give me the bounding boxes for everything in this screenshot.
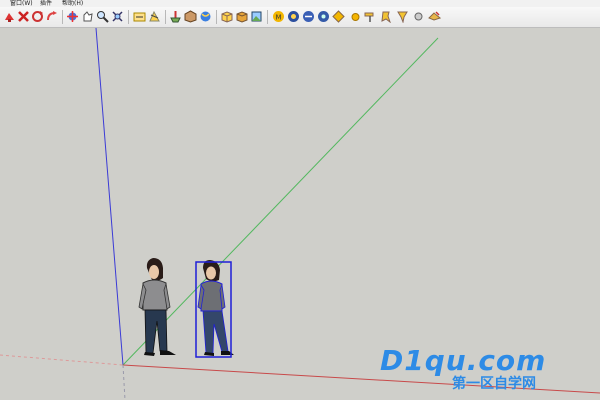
menu-item-plugins[interactable]: 插件	[40, 0, 52, 7]
rotate-icon[interactable]	[31, 10, 44, 23]
materials-icon[interactable]	[199, 10, 212, 23]
watermark-site-name: 第一区自学网	[452, 376, 536, 392]
menu-item-window[interactable]: 窗口(W)	[10, 0, 33, 7]
undo-icon[interactable]	[45, 10, 58, 23]
share-model-icon[interactable]	[169, 10, 182, 23]
blue-axis-dashed	[122, 364, 126, 400]
toolbar: M	[0, 7, 600, 28]
menu-item-help[interactable]: 帮助(H)	[62, 0, 83, 7]
dimensions-icon[interactable]	[133, 10, 146, 23]
pan-icon[interactable]	[81, 10, 94, 23]
site-watermark: D1qu.com 第一区自学网	[380, 346, 580, 398]
red-axis-dashed	[0, 354, 124, 366]
toolbar-separator	[128, 10, 129, 24]
green-axis	[122, 37, 439, 366]
zoom-icon[interactable]	[96, 10, 109, 23]
cut-icon[interactable]	[17, 10, 30, 23]
zoom-extents-icon[interactable]	[111, 10, 124, 23]
blue-axis	[95, 28, 124, 366]
geo-location-icon[interactable]	[332, 10, 345, 23]
match-photo-icon[interactable]	[302, 10, 315, 23]
component-icon[interactable]	[396, 10, 409, 23]
paint-icon[interactable]	[364, 10, 377, 23]
components-icon[interactable]	[184, 10, 197, 23]
scenes-icon[interactable]	[250, 10, 263, 23]
person-figure[interactable]	[138, 258, 176, 356]
sun-icon[interactable]	[349, 10, 362, 23]
orbit-icon[interactable]	[66, 10, 79, 23]
sandbox-icon[interactable]	[380, 10, 393, 23]
3d-warehouse-icon[interactable]	[148, 10, 161, 23]
layers-icon[interactable]	[235, 10, 248, 23]
extension-icon[interactable]	[428, 10, 441, 23]
svg-text:M: M	[276, 14, 282, 22]
toolbar-separator	[165, 10, 166, 24]
toolbar-separator	[216, 10, 217, 24]
outliner-icon[interactable]	[412, 10, 425, 23]
soften-edges-icon[interactable]	[317, 10, 330, 23]
styles-icon[interactable]	[220, 10, 233, 23]
person-figure-selected[interactable]	[197, 260, 234, 356]
shadows-icon[interactable]: M	[272, 10, 285, 23]
fog-icon[interactable]	[287, 10, 300, 23]
watermark-domain: D1qu.com	[380, 344, 547, 377]
toolbar-separator	[267, 10, 268, 24]
menu-bar: 窗口(W) 插件 帮助(H)	[0, 0, 600, 7]
section-plane-icon[interactable]	[3, 10, 16, 23]
toolbar-separator	[62, 10, 63, 24]
